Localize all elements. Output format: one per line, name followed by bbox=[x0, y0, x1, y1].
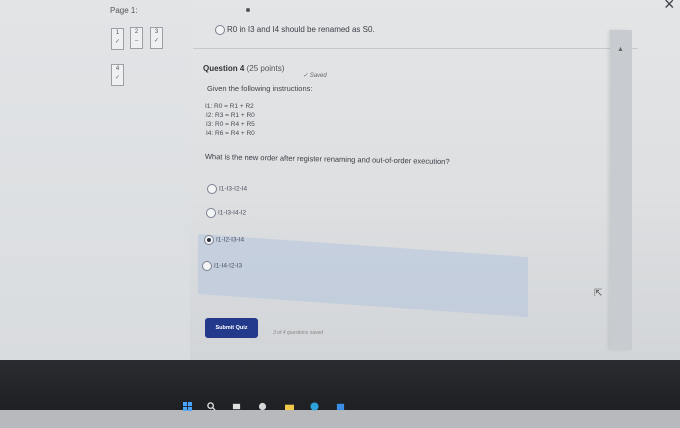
edge-icon[interactable] bbox=[310, 402, 319, 411]
check-icon: ✓ bbox=[114, 75, 121, 81]
cursor-icon: ⇱ bbox=[594, 288, 603, 299]
question-nav-3[interactable]: 3 ✓ bbox=[150, 27, 163, 49]
question-number: Question 4 bbox=[203, 64, 245, 73]
option-label: I1-I3-I2-I4 bbox=[219, 185, 248, 193]
close-icon[interactable]: × bbox=[664, 0, 675, 15]
option-label: I1-I2-I3-I4 bbox=[216, 236, 245, 244]
question-nav-panel: Page 1: 1 ✓ 2 – 3 ✓ 4 ✓ bbox=[0, 0, 190, 360]
screen: Page 1: 1 ✓ 2 – 3 ✓ 4 ✓ R0 in I3 and I4 … bbox=[0, 0, 680, 360]
scroll-up-icon[interactable]: ▲ bbox=[617, 46, 624, 53]
instruction-line: I2: R3 = R1 + R0 bbox=[206, 112, 255, 119]
question-nav-number: 1 bbox=[115, 30, 120, 36]
selected-option-highlight bbox=[198, 234, 528, 318]
quiz-content: R0 in I3 and I4 should be renamed as S0.… bbox=[193, 0, 638, 340]
check-icon: ✓ bbox=[114, 39, 121, 45]
option-label: I1-I4-I2-I3 bbox=[214, 262, 243, 270]
question-nav-number: 4 bbox=[115, 66, 120, 72]
search-icon[interactable] bbox=[207, 402, 216, 411]
question-nav-2[interactable]: 2 – bbox=[130, 27, 143, 49]
instruction-line: I4: R6 = R4 + R0 bbox=[206, 130, 255, 137]
chat-icon[interactable] bbox=[258, 402, 267, 411]
answer-option[interactable]: I1-I3-I2-I4 bbox=[207, 184, 247, 194]
submit-quiz-button[interactable]: Submit Quiz bbox=[205, 318, 258, 338]
divider bbox=[193, 48, 638, 49]
previous-question-option[interactable]: R0 in I3 and I4 should be renamed as S0. bbox=[215, 25, 375, 35]
store-icon[interactable] bbox=[336, 402, 345, 411]
question-title: Question 4 (25 points) bbox=[203, 64, 284, 73]
scrollbar[interactable]: ▲ bbox=[610, 30, 632, 350]
question-nav-4[interactable]: 4 ✓ bbox=[111, 64, 124, 86]
answer-option-selected[interactable]: I1-I2-I3-I4 bbox=[204, 235, 244, 245]
radio-button-selected[interactable] bbox=[204, 235, 214, 245]
windows-icon[interactable] bbox=[183, 402, 192, 411]
answer-option[interactable]: I1-I4-I2-I3 bbox=[202, 261, 242, 271]
desk-surface bbox=[0, 410, 680, 428]
saved-status: ✓ Saved bbox=[303, 73, 327, 79]
check-icon: ✓ bbox=[153, 38, 160, 44]
option-label: I1-I3-I4-I2 bbox=[218, 209, 247, 217]
question-text: What is the new order after register ren… bbox=[204, 152, 450, 167]
option-label: R0 in I3 and I4 should be renamed as S0. bbox=[227, 25, 375, 35]
radio-button[interactable] bbox=[206, 208, 216, 218]
answer-option[interactable]: I1-I3-I4-I2 bbox=[206, 208, 246, 218]
question-nav-number: 3 bbox=[154, 29, 159, 35]
dot-indicator bbox=[246, 8, 250, 12]
question-nav-number: 2 bbox=[134, 29, 139, 35]
instruction-line: I3: R0 = R4 + R5 bbox=[206, 121, 255, 128]
saved-progress-text: 3 of 4 questions saved bbox=[273, 330, 324, 336]
question-intro: Given the following instructions: bbox=[207, 84, 313, 93]
task-view-icon[interactable] bbox=[232, 402, 241, 411]
question-nav-1[interactable]: 1 ✓ bbox=[111, 28, 124, 50]
file-explorer-icon[interactable] bbox=[285, 402, 294, 411]
radio-button[interactable] bbox=[202, 261, 212, 271]
radio-button[interactable] bbox=[215, 25, 225, 35]
page-label: Page 1: bbox=[110, 6, 138, 15]
radio-button[interactable] bbox=[207, 184, 217, 194]
dash-icon: – bbox=[134, 38, 139, 44]
instruction-line: I1: R0 = R1 + R2 bbox=[205, 103, 254, 110]
question-points: (25 points) bbox=[246, 64, 285, 73]
